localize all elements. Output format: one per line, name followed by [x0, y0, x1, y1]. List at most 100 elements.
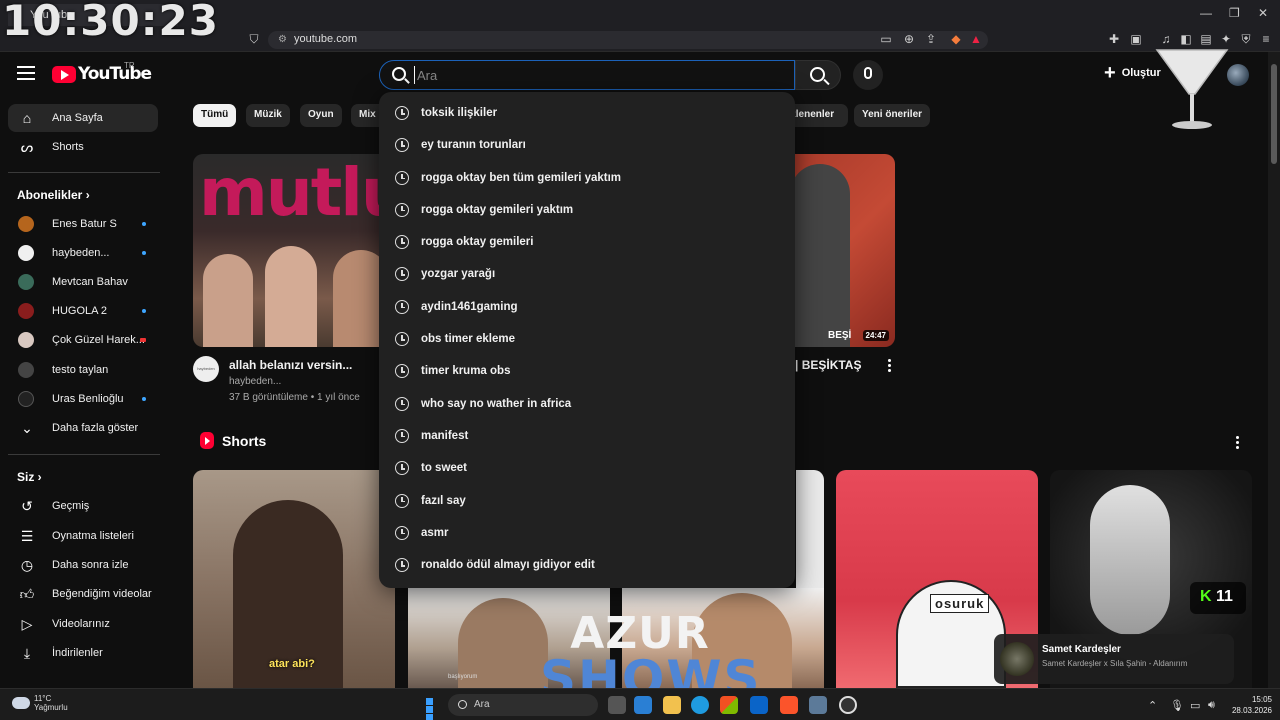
shorts-icon: ᔕ	[20, 139, 34, 155]
volume-icon[interactable]: 🔊︎	[1208, 699, 1215, 712]
url-text: youtube.com	[294, 33, 357, 45]
chip-gaming[interactable]: Oyun	[300, 104, 342, 127]
media-icon[interactable]: ♫	[1158, 32, 1174, 48]
sidebar-toggle-icon[interactable]: ◧	[1178, 32, 1194, 48]
voice-search-button[interactable]	[853, 60, 883, 90]
search-suggestions-dropdown: toksik ilişkiler ey turanın torunları ro…	[379, 92, 795, 588]
obs-icon[interactable]	[839, 696, 857, 714]
sidebar-item-downloads[interactable]: ⤓ İndirilenler	[8, 639, 158, 667]
youtube-logo[interactable]: YouTube TR	[52, 61, 152, 84]
shorts-more-options-icon[interactable]	[1234, 436, 1240, 452]
video-thumbnail[interactable]: mutlu	[193, 154, 393, 347]
scroll-thumb[interactable]	[1271, 64, 1277, 164]
vpn-icon[interactable]: ⛨	[1238, 32, 1254, 48]
search-suggestion[interactable]: yozgar yarağı	[379, 259, 795, 291]
store-icon[interactable]	[720, 696, 738, 714]
screenshot-icon[interactable]: ▣	[1128, 32, 1144, 48]
system-clock[interactable]: 15:05 28.03.2026	[1228, 694, 1272, 716]
leo-ai-icon[interactable]: ✦	[1218, 32, 1234, 48]
sidebar-item-home[interactable]: ⌂ Ana Sayfa	[8, 104, 158, 132]
menu-icon[interactable]: ≡	[1258, 32, 1274, 48]
sidebar-item-subscription[interactable]: haybeden...	[8, 239, 158, 267]
short-caption: osuruk	[930, 594, 990, 613]
create-button[interactable]: + Oluştur	[1104, 63, 1161, 83]
sidebar-item-shorts[interactable]: ᔕ Shorts	[8, 133, 158, 161]
search-suggestion[interactable]: ronaldo ödül almayı gidiyor edit	[379, 550, 795, 582]
show-more-button[interactable]: ⌄ Daha fazla göster	[8, 414, 158, 442]
taskbar-search[interactable]: Ara	[448, 694, 598, 716]
windows-start-icon[interactable]	[426, 698, 441, 720]
sidebar-item-playlists[interactable]: ☰ Oynatma listeleri	[8, 522, 158, 550]
brave-shield-icon[interactable]: ◆	[948, 32, 964, 48]
chip-all[interactable]: Tümü	[193, 104, 237, 127]
account-avatar[interactable]	[1227, 64, 1249, 86]
tray-chevron-icon[interactable]: ⌃	[1148, 699, 1157, 712]
search-suggestion[interactable]: obs timer ekleme	[379, 324, 795, 356]
task-view-icon[interactable]	[608, 696, 626, 714]
search-suggestion[interactable]: asmr	[379, 518, 795, 550]
sidebar-item-subscription[interactable]: Çok Güzel Harek...	[8, 326, 158, 354]
sidebar-item-watch-later[interactable]: ◷ Daha sonra izle	[8, 551, 158, 579]
video-thumbnail[interactable]: BEŞİ 24:47	[780, 154, 895, 347]
more-options-icon[interactable]	[886, 359, 892, 375]
search-suggestion[interactable]: to sweet	[379, 453, 795, 485]
sidebar-item-subscription[interactable]: HUGOLA 2	[8, 297, 158, 325]
search-suggestion[interactable]: toksik ilişkiler	[379, 98, 795, 130]
wallet-icon[interactable]: ▤	[1198, 32, 1214, 48]
microphone-icon[interactable]: 🎙︎	[1170, 699, 1184, 712]
search-suggestion[interactable]: fazıl say	[379, 486, 795, 518]
short-thumbnail[interactable]: atar abi?	[193, 470, 395, 688]
page-scrollbar[interactable]	[1268, 52, 1280, 688]
search-suggestion[interactable]: timer kruma obs	[379, 356, 795, 388]
search-box[interactable]	[379, 60, 795, 90]
search-suggestion[interactable]: rogga oktay gemileri yaktım	[379, 195, 795, 227]
search-input[interactable]	[414, 66, 774, 84]
bookmark-icon[interactable]: ⛉	[246, 32, 262, 48]
zoom-icon[interactable]: ⊕	[901, 32, 917, 48]
sidebar-item-subscription[interactable]: Enes Batur S	[8, 210, 158, 238]
search-suggestion[interactable]: manifest	[379, 421, 795, 453]
sidebar-item-label: Geçmiş	[52, 500, 90, 512]
edge-icon[interactable]	[691, 696, 709, 714]
mail-icon[interactable]	[750, 696, 768, 714]
sidebar-item-history[interactable]: ↺ Geçmiş	[8, 492, 158, 520]
weather-widget[interactable]: 11°C Yağmurlu	[12, 694, 68, 712]
extensions-icon[interactable]: ✚	[1106, 32, 1122, 48]
chip-new-to-you[interactable]: Yeni öneriler	[854, 104, 931, 127]
sidebar-item-your-videos[interactable]: ▷ Videolarınız	[8, 610, 158, 638]
maximize-icon[interactable]: ❐	[1229, 6, 1240, 20]
cast-icon[interactable]: ▭	[878, 32, 894, 48]
brave-rewards-icon[interactable]: ▲	[968, 32, 984, 48]
search-suggestion[interactable]: ey turanın torunları	[379, 130, 795, 162]
you-heading[interactable]: Siz ›	[17, 470, 42, 484]
share-icon[interactable]: ⇪	[923, 32, 939, 48]
video-channel[interactable]: haybeden...	[229, 376, 281, 387]
sidebar-item-liked-videos[interactable]: 👍︎ Beğendiğim videolar	[8, 580, 158, 608]
search-suggestion[interactable]: who say no wather in africa	[379, 389, 795, 421]
search-suggestion[interactable]: rogga oktay ben tüm gemileri yaktım	[379, 163, 795, 195]
video-title[interactable]: | BEŞİKTAŞ	[795, 358, 861, 372]
search-suggestion[interactable]: aydin1461gaming	[379, 292, 795, 324]
history-icon	[395, 493, 409, 508]
app-icon[interactable]	[634, 696, 652, 714]
sidebar-item-label: Uras Benlioğlu	[52, 393, 124, 405]
sidebar-item-label: Daha fazla göster	[52, 422, 139, 434]
sidebar-item-subscription[interactable]: testo taylan	[8, 356, 158, 384]
search-button[interactable]	[795, 60, 841, 90]
channel-avatar[interactable]: haybeden	[193, 356, 219, 382]
clock-date: 28.03.2026	[1231, 706, 1272, 715]
subscriptions-heading[interactable]: Abonelikler ›	[17, 188, 90, 202]
app-icon[interactable]	[809, 696, 827, 714]
search-suggestion[interactable]: rogga oktay gemileri	[379, 227, 795, 259]
minimize-icon[interactable]: —	[1200, 6, 1212, 20]
brave-icon[interactable]	[780, 696, 798, 714]
chip-music[interactable]: Müzik	[246, 104, 290, 127]
guide-menu-icon[interactable]	[17, 66, 35, 80]
close-window-icon[interactable]: ✕	[1258, 6, 1268, 20]
sidebar-item-subscription[interactable]: Mevtcan Bahav	[8, 268, 158, 296]
network-icon[interactable]: ▭	[1190, 699, 1200, 712]
file-explorer-icon[interactable]	[663, 696, 681, 714]
sidebar-item-subscription[interactable]: Uras Benlioğlu	[8, 385, 158, 413]
video-title[interactable]: allah belanızı versin...	[229, 358, 352, 372]
site-info-icon[interactable]: ⚙	[278, 34, 287, 45]
